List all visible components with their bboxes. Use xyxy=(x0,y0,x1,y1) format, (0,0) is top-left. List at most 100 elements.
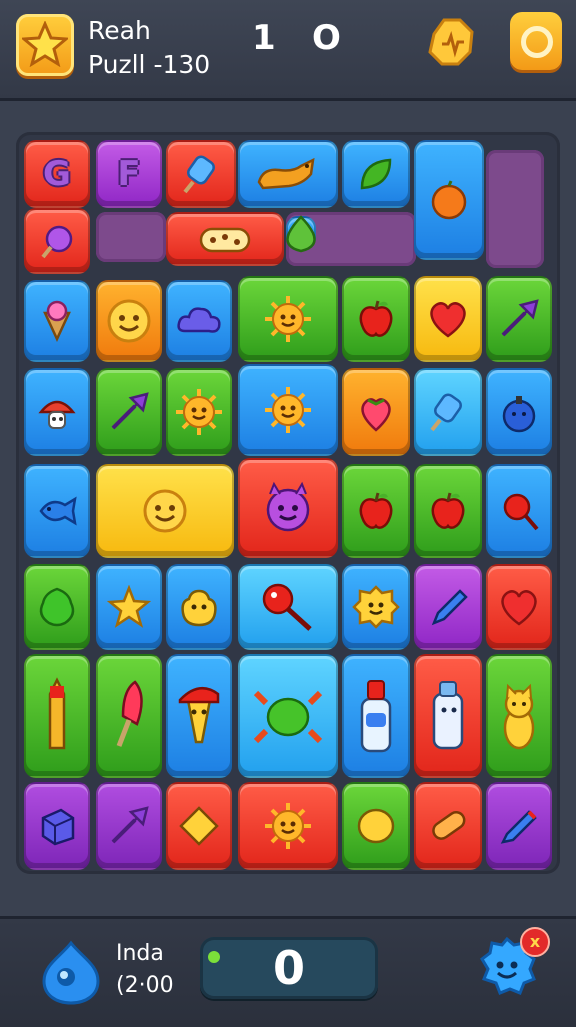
bottle-icon xyxy=(352,673,400,759)
arrow-icon xyxy=(107,804,151,848)
tile-diamond[interactable] xyxy=(166,782,232,870)
tile-gem-arrow[interactable] xyxy=(96,782,162,870)
sun-face-icon xyxy=(174,387,224,437)
score-left: 1 xyxy=(252,18,276,58)
notification-badge[interactable]: x xyxy=(520,927,550,957)
blob-icon xyxy=(177,585,221,629)
tile-paddle[interactable] xyxy=(238,564,338,650)
cloud-icon xyxy=(175,301,223,341)
tile-letter-text: G xyxy=(43,154,71,194)
tile-cloud[interactable] xyxy=(166,280,232,362)
tile-heart-2[interactable] xyxy=(486,564,552,650)
bomb-icon xyxy=(497,390,541,434)
heart-icon xyxy=(426,299,470,339)
tile-fish[interactable] xyxy=(24,464,90,558)
settings-ring-icon[interactable] xyxy=(510,12,562,70)
tile-mushroom[interactable] xyxy=(24,368,90,456)
heart-icon xyxy=(497,587,541,627)
tile-cookie[interactable] xyxy=(166,212,284,266)
badge-icon[interactable] xyxy=(424,14,480,70)
sun-face-icon xyxy=(263,385,313,435)
tile-orange-fruit[interactable] xyxy=(414,140,484,260)
turtle-icon xyxy=(248,681,328,751)
robot-icon xyxy=(426,676,470,756)
tile-bottle[interactable] xyxy=(342,654,410,778)
tile-icepop[interactable] xyxy=(96,654,162,778)
diamond-icon xyxy=(177,804,221,848)
tile-lion[interactable] xyxy=(166,368,232,456)
tile-blob[interactable] xyxy=(166,564,232,650)
tile-candy[interactable] xyxy=(24,208,90,274)
move-counter: 0 xyxy=(200,937,378,999)
fish-icon xyxy=(35,491,79,531)
pencil-icon xyxy=(426,585,470,629)
tile-pink-arrow[interactable] xyxy=(96,368,162,456)
apple-icon xyxy=(354,489,398,533)
tile-duo-smileys[interactable] xyxy=(96,464,234,558)
tile-cube[interactable] xyxy=(24,782,90,870)
tile-apple[interactable] xyxy=(342,276,410,362)
tile-hat-cone[interactable] xyxy=(166,654,232,778)
tile-heart[interactable] xyxy=(414,276,482,362)
tile-cat[interactable] xyxy=(486,654,552,778)
tile-green-arrow[interactable] xyxy=(486,276,552,362)
tile-turtle[interactable] xyxy=(238,654,338,778)
cat-icon xyxy=(494,676,544,756)
tile-pencil[interactable] xyxy=(414,564,482,650)
tile-flower[interactable] xyxy=(342,564,410,650)
hint-drop-icon[interactable] xyxy=(38,939,104,1009)
tile-robot[interactable] xyxy=(414,654,482,778)
flower-icon xyxy=(352,583,400,631)
cookie-icon xyxy=(195,221,255,257)
bottom-label: Inda xyxy=(116,941,164,966)
tile-crayon[interactable] xyxy=(24,654,90,778)
tile-popsicle[interactable] xyxy=(166,140,236,208)
bottom-timer: (2·00 xyxy=(116,973,174,998)
mushroom-icon xyxy=(35,390,79,434)
devil-icon xyxy=(258,480,318,536)
apple-icon xyxy=(354,297,398,341)
tile-letter-g[interactable]: G xyxy=(24,140,90,208)
icecream-cone-icon xyxy=(35,299,79,343)
tile-lemon[interactable] xyxy=(342,782,410,870)
tile-leaf[interactable] xyxy=(342,140,410,208)
orange-fruit-icon xyxy=(427,178,471,222)
tile-big-sun[interactable] xyxy=(238,364,338,456)
tile-popsicle-blue[interactable] xyxy=(414,368,482,456)
tile-letter-text: F xyxy=(117,154,141,194)
tile-icecream-cone[interactable] xyxy=(24,280,90,362)
tile-lettuce[interactable] xyxy=(24,564,90,650)
tile-pear[interactable] xyxy=(286,215,316,253)
sun-face-icon xyxy=(263,801,313,851)
counter-value: 0 xyxy=(272,941,305,995)
lemon-icon xyxy=(354,804,398,848)
tile-smiley[interactable] xyxy=(96,280,162,362)
leaf-icon xyxy=(354,152,398,196)
empty-slot xyxy=(96,212,166,262)
lettuce-icon xyxy=(35,585,79,629)
tile-lollipop[interactable] xyxy=(486,464,552,558)
tile-sun-red[interactable] xyxy=(238,782,338,870)
apple-icon xyxy=(426,489,470,533)
cube-icon xyxy=(35,804,79,848)
tile-letter-f[interactable]: F xyxy=(96,140,162,208)
star-icon[interactable] xyxy=(16,14,74,76)
level-subtitle: Puzll -130 xyxy=(88,50,211,79)
smiley-icon xyxy=(142,488,188,534)
tile-devil[interactable] xyxy=(238,458,338,558)
level-title: Reah xyxy=(88,16,151,45)
tile-bomb[interactable] xyxy=(486,368,552,456)
bottom-bar: Inda (2·00 0 x xyxy=(0,916,576,1027)
tile-sun-face[interactable] xyxy=(238,276,338,362)
tile-bread[interactable] xyxy=(414,782,482,870)
tile-pen[interactable] xyxy=(486,782,552,870)
score-right: O xyxy=(312,18,341,58)
tile-star[interactable] xyxy=(96,564,162,650)
top-bar: Reah Puzll -130 1 O xyxy=(0,0,576,101)
tile-apple-2[interactable] xyxy=(342,464,410,558)
popsicle-icon xyxy=(179,152,223,196)
tile-strawberry[interactable] xyxy=(342,368,410,456)
icepop-icon xyxy=(107,676,151,756)
tile-apple-3[interactable] xyxy=(414,464,482,558)
tile-dog[interactable] xyxy=(238,140,338,208)
